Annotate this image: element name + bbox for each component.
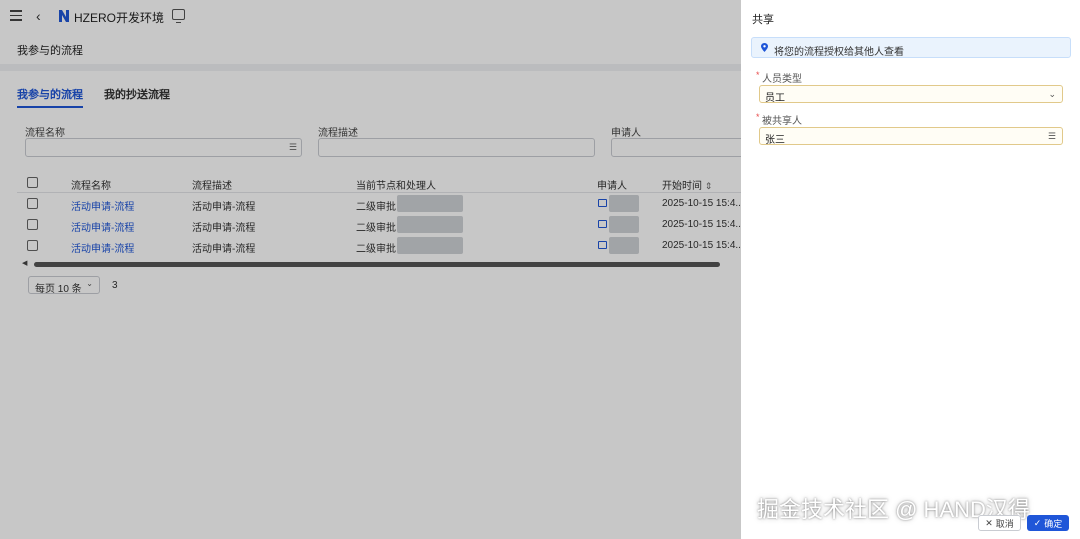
confirm-label: 确定 [1044,518,1063,529]
check-icon: ✓ [1033,517,1042,528]
sharee-lov-input[interactable]: 张三 ☰ [759,127,1063,146]
drawer-title: 共享 [752,14,774,26]
person-type-label-text: 人员类型 [762,74,802,85]
close-icon: ✕ [985,517,993,528]
required-mark: * [756,70,760,80]
person-type-select[interactable]: 员工 ⌄ [759,85,1063,104]
info-alert: 将您的流程授权给其他人查看 [751,37,1071,58]
sharee-value: 张三 [765,135,785,146]
person-type-label: * 人员类型 [756,70,802,85]
cancel-button[interactable]: ✕ 取消 [978,515,1021,531]
lov-icon[interactable]: ☰ [1048,131,1056,142]
person-type-value: 员工 [765,93,785,104]
required-mark: * [756,112,760,122]
cancel-label: 取消 [995,518,1014,529]
sharee-label-text: 被共享人 [762,116,802,127]
location-pin-icon [761,43,768,52]
sharee-label: * 被共享人 [756,112,802,127]
info-text: 将您的流程授权给其他人查看 [774,47,904,58]
share-drawer: 共享 将您的流程授权给其他人查看 * 人员类型 员工 ⌄ * 被共享人 张三 ☰ [741,0,1080,539]
chevron-down-icon: ⌄ [1048,89,1056,99]
modal-overlay[interactable] [0,0,741,539]
confirm-button[interactable]: ✓ 确定 [1027,515,1069,531]
